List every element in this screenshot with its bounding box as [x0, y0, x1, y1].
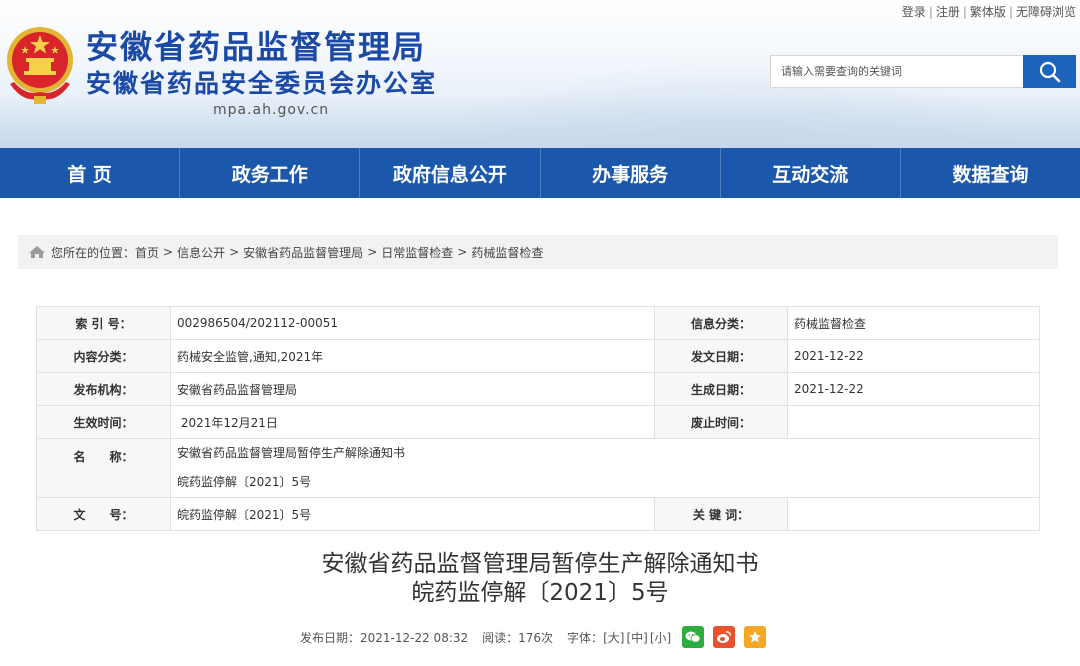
document-metadata-table: 索 引 号： 002986504/202112-00051 信息分类： 药械监督… — [36, 306, 1040, 531]
nav-item-info-disclosure[interactable]: 政府信息公开 — [360, 148, 541, 198]
breadcrumb-separator: > — [163, 245, 174, 259]
table-row: 名 称： 安徽省药品监督管理局暂停生产解除通知书 皖药监停解〔2021〕5号 — [36, 438, 1040, 498]
nav-item-home[interactable]: 首 页 — [0, 148, 181, 198]
header-background-haze — [0, 95, 1080, 148]
search-bar — [770, 55, 1076, 88]
docno-value: 皖药监停解〔2021〕5号 — [170, 497, 655, 531]
article-title: 安徽省药品监督管理局暂停生产解除通知书 皖药监停解〔2021〕5号 — [0, 550, 1080, 608]
breadcrumb: 您所在的位置： 首页 > 信息公开 > 安徽省药品监督管理局 > 日常监督检查 … — [18, 235, 1058, 269]
site-title-main: 安徽省药品监督管理局 — [86, 28, 427, 66]
table-row: 发布机构： 安徽省药品监督管理局 生成日期： 2021-12-22 — [36, 372, 1040, 406]
name-value: 安徽省药品监督管理局暂停生产解除通知书 皖药监停解〔2021〕5号 — [170, 438, 1040, 498]
login-link[interactable]: 登录 — [902, 5, 926, 19]
table-row: 文 号： 皖药监停解〔2021〕5号 关 键 词： — [36, 497, 1040, 531]
site-domain: mpa.ah.gov.cn — [213, 102, 330, 118]
article-title-line2: 皖药监停解〔2021〕5号 — [411, 580, 669, 606]
created-date-label: 生成日期： — [654, 372, 788, 406]
home-icon — [29, 246, 45, 258]
name-value-line1: 安徽省药品监督管理局暂停生产解除通知书 — [177, 446, 406, 460]
favorite-icon — [749, 631, 762, 643]
weibo-icon — [717, 631, 732, 643]
search-button[interactable] — [1023, 55, 1076, 88]
expire-label: 废止时间： — [654, 405, 788, 439]
expire-value — [787, 405, 1040, 439]
created-date-value: 2021-12-22 — [787, 372, 1040, 406]
table-row: 索 引 号： 002986504/202112-00051 信息分类： 药械监督… — [36, 306, 1040, 340]
nav-item-services[interactable]: 办事服务 — [541, 148, 721, 198]
breadcrumb-separator: > — [367, 245, 378, 259]
publish-time: 发布日期：2021-12-22 08:32 — [300, 630, 469, 645]
breadcrumb-prefix: 您所在的位置： — [51, 245, 136, 260]
share-wechat-button[interactable] — [682, 626, 705, 648]
breadcrumb-item-home[interactable]: 首页 — [135, 244, 159, 261]
top-link-separator: | — [962, 5, 967, 19]
top-link-separator: | — [928, 5, 933, 19]
breadcrumb-item-device-inspection[interactable]: 药械监督检查 — [471, 244, 543, 261]
main-nav: 首 页 政务工作 政府信息公开 办事服务 互动交流 数据查询 — [0, 148, 1080, 198]
publish-date-label: 发文日期： — [654, 339, 788, 373]
table-row: 内容分类： 药械安全监管,通知,2021年 发文日期： 2021-12-22 — [36, 339, 1040, 373]
name-label: 名 称： — [36, 438, 171, 498]
effective-value: 2021年12月21日 — [170, 405, 655, 439]
keywords-value — [787, 497, 1040, 531]
national-emblem-icon — [7, 27, 73, 104]
docno-label: 文 号： — [36, 497, 171, 531]
nav-item-data-query[interactable]: 数据查询 — [901, 148, 1080, 198]
effective-label: 生效时间： — [36, 405, 171, 439]
article-info-bar: 发布日期：2021-12-22 08:32 阅读：176次 字体： [大] [中… — [300, 626, 767, 648]
register-link[interactable]: 注册 — [936, 5, 960, 19]
share-favorite-button[interactable] — [744, 626, 767, 648]
search-input[interactable] — [770, 55, 1024, 88]
content-value: 药械安全监管,通知,2021年 — [170, 339, 655, 373]
content-label: 内容分类： — [36, 339, 171, 373]
top-links: 登录 | 注册 | 繁体版 | 无障碍浏览 — [902, 3, 1076, 20]
index-label: 索 引 号： — [36, 306, 171, 340]
org-label: 发布机构： — [36, 372, 171, 406]
font-size-label: 字体： — [567, 630, 604, 645]
wechat-icon — [685, 631, 701, 643]
traditional-chinese-link[interactable]: 繁体版 — [970, 5, 1006, 19]
nav-item-government-affairs[interactable]: 政务工作 — [180, 148, 361, 198]
font-size-large[interactable]: [大] — [603, 629, 624, 646]
font-size-medium[interactable]: [中] — [626, 629, 647, 646]
font-size-small[interactable]: [小] — [650, 629, 671, 646]
site-title-sub: 安徽省药品安全委员会办公室 — [86, 69, 438, 98]
publish-date-value: 2021-12-22 — [787, 339, 1040, 373]
index-value: 002986504/202112-00051 — [170, 306, 655, 340]
top-link-separator: | — [1008, 5, 1013, 19]
table-row: 生效时间： 2021年12月21日 废止时间： — [36, 405, 1040, 439]
name-value-line2: 皖药监停解〔2021〕5号 — [177, 475, 312, 489]
breadcrumb-item-daily-inspection[interactable]: 日常监督检查 — [381, 244, 453, 261]
keywords-label: 关 键 词： — [654, 497, 788, 531]
category-label: 信息分类： — [654, 306, 788, 340]
accessibility-link[interactable]: 无障碍浏览 — [1016, 5, 1076, 19]
category-value: 药械监督检查 — [787, 306, 1040, 340]
article-title-line1: 安徽省药品监督管理局暂停生产解除通知书 — [321, 551, 759, 577]
nav-item-interaction[interactable]: 互动交流 — [721, 148, 901, 198]
search-icon — [1039, 61, 1060, 82]
read-count: 阅读：176次 — [482, 630, 554, 645]
org-value: 安徽省药品监督管理局 — [170, 372, 655, 406]
breadcrumb-separator: > — [229, 245, 240, 259]
site-header: 安徽省药品监督管理局 安徽省药品安全委员会办公室 mpa.ah.gov.cn 登… — [0, 0, 1080, 148]
breadcrumb-item-bureau[interactable]: 安徽省药品监督管理局 — [243, 244, 363, 261]
breadcrumb-separator: > — [457, 245, 468, 259]
share-weibo-button[interactable] — [713, 626, 736, 648]
breadcrumb-item-info-disclosure[interactable]: 信息公开 — [177, 244, 225, 261]
